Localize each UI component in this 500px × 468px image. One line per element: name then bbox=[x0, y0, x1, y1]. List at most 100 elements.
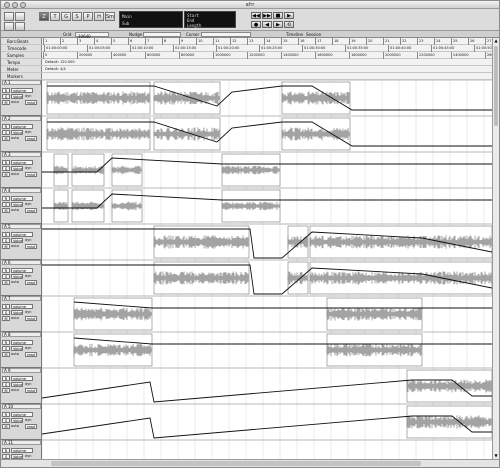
rec-button[interactable]: R bbox=[2, 304, 10, 309]
audio-clip[interactable] bbox=[46, 81, 151, 115]
grid-value-select[interactable]: 10640 bbox=[75, 32, 109, 39]
back-button[interactable]: ◀ bbox=[262, 21, 272, 28]
track-name[interactable]: A 2 bbox=[2, 116, 41, 121]
horizontal-scroll-thumb[interactable] bbox=[51, 461, 421, 466]
track-view-select[interactable]: volume bbox=[11, 196, 33, 201]
vertical-scroll-thumb[interactable] bbox=[494, 46, 498, 126]
play-button[interactable]: ▶ bbox=[284, 12, 294, 19]
track-header[interactable]: A 6 R S M volume Voice dyn auto read bbox=[1, 260, 42, 296]
title-bar[interactable]: afrr bbox=[1, 1, 499, 9]
tempo-ruler[interactable]: Default: 120.000 bbox=[42, 59, 492, 66]
voice-select[interactable]: Voice bbox=[11, 94, 23, 99]
mute-button[interactable]: M bbox=[2, 172, 10, 177]
track-name[interactable]: A 7 bbox=[2, 296, 41, 301]
automation-mode-select[interactable]: read bbox=[25, 280, 37, 285]
mute-button[interactable]: M bbox=[2, 100, 10, 105]
track-header[interactable]: A 3 R S M volume Voice dyn auto read bbox=[1, 152, 42, 188]
trimmer-tool-button[interactable]: T bbox=[50, 12, 60, 21]
track-header[interactable]: A 5 R S M volume Voice dyn auto read bbox=[1, 224, 42, 260]
rec-button[interactable]: R bbox=[2, 88, 10, 93]
solo-button[interactable]: S bbox=[2, 238, 10, 243]
track-header[interactable]: A 9 R S M volume Voice dyn auto read bbox=[1, 368, 42, 404]
track-name[interactable]: A 4 bbox=[2, 188, 41, 193]
track-name[interactable]: A 9 bbox=[2, 368, 41, 373]
zoomer-tool-button[interactable]: Z bbox=[39, 12, 49, 21]
solo-button[interactable]: S bbox=[2, 382, 10, 387]
voice-select[interactable]: Voice bbox=[11, 166, 23, 171]
rec-button[interactable]: R bbox=[2, 340, 10, 345]
automation-mode-select[interactable]: read bbox=[25, 388, 37, 393]
horizontal-scrollbar[interactable] bbox=[1, 459, 499, 467]
track-header[interactable]: A 8 R S M volume Voice dyn auto read bbox=[1, 332, 42, 368]
rec-button[interactable]: R bbox=[2, 232, 10, 237]
solo-button[interactable]: S bbox=[2, 94, 10, 99]
solo-button[interactable]: S bbox=[2, 130, 10, 135]
main-counter[interactable]: Main Sub bbox=[119, 11, 183, 28]
forward-button[interactable]: ▶ bbox=[273, 21, 283, 28]
loop-button[interactable]: ⟲ bbox=[284, 21, 294, 28]
voice-select[interactable]: Voice bbox=[11, 274, 23, 279]
track-header[interactable]: A 1 R S M volume Voice dyn auto read bbox=[1, 80, 42, 116]
smart-tool-button[interactable]: Sm bbox=[105, 12, 115, 21]
rec-button[interactable]: R bbox=[2, 412, 10, 417]
rec-button[interactable]: R bbox=[2, 124, 10, 129]
voice-select[interactable]: Voice bbox=[11, 202, 23, 207]
pencil-tool-button[interactable]: P bbox=[83, 12, 93, 21]
mute-button[interactable]: M bbox=[2, 244, 10, 249]
bars-beats-ruler[interactable]: 1 2 3 4 5 6 7 8 9 10 11 12 13 14 15 16 17 18 19 20 21 22 23 24 2… bbox=[42, 38, 492, 45]
automation-mode-select[interactable]: read bbox=[25, 244, 37, 249]
meter-ruler[interactable]: Default: 4/4 bbox=[42, 66, 492, 73]
shuffle-mode-button[interactable] bbox=[4, 12, 14, 21]
grid-mode-button[interactable] bbox=[15, 22, 25, 31]
rec-button[interactable]: R bbox=[2, 376, 10, 381]
timecode-ruler[interactable]: 01:00:00:00 01:00:05:00 01:00:10:00 01:00:1… bbox=[42, 45, 492, 52]
track-name[interactable]: A 1 bbox=[2, 80, 41, 85]
solo-button[interactable]: S bbox=[2, 310, 10, 315]
track-view-select[interactable]: volume bbox=[11, 304, 33, 309]
markers-ruler[interactable] bbox=[42, 73, 492, 80]
timeline-rulers[interactable]: 1 2 3 4 5 6 7 8 9 10 11 12 13 14 15 16 17 18 19 20 21 22 23 24 2… bbox=[42, 38, 492, 80]
automation-mode-select[interactable]: read bbox=[25, 208, 37, 213]
selection-counter[interactable]: Start End Length bbox=[184, 11, 236, 28]
track-view-select[interactable]: volume bbox=[11, 340, 33, 345]
fast-forward-button[interactable]: ▶▶ bbox=[262, 12, 272, 19]
track-name[interactable]: A 8 bbox=[2, 332, 41, 337]
scroll-up-arrow-icon[interactable]: ▲ bbox=[493, 38, 499, 44]
samples-ruler[interactable]: 0 200000 400000 600000 800000 1000000 1200000 1… bbox=[42, 52, 492, 59]
slip-mode-button[interactable] bbox=[15, 12, 25, 21]
mute-button[interactable]: M bbox=[2, 280, 10, 285]
solo-button[interactable]: S bbox=[2, 346, 10, 351]
voice-select[interactable]: Voice bbox=[11, 346, 23, 351]
automation-mode-select[interactable]: read bbox=[25, 136, 37, 141]
voice-select[interactable]: Voice bbox=[11, 238, 23, 243]
mute-button[interactable]: M bbox=[2, 424, 10, 429]
rec-button[interactable]: R bbox=[2, 196, 10, 201]
track-header[interactable]: A 4 R S M volume Voice dyn auto read bbox=[1, 188, 42, 224]
voice-select[interactable]: Voice bbox=[11, 310, 23, 315]
track-header[interactable]: A 11 R S M volume Voice dyn auto read bbox=[1, 440, 42, 459]
track-view-select[interactable]: volume bbox=[11, 268, 33, 273]
track-name[interactable]: A 5 bbox=[2, 224, 41, 229]
mute-button[interactable]: M bbox=[2, 136, 10, 141]
mute-button[interactable]: M bbox=[2, 316, 10, 321]
audio-clip[interactable] bbox=[46, 117, 151, 151]
automation-mode-select[interactable]: read bbox=[25, 352, 37, 357]
track-view-select[interactable]: volume bbox=[11, 88, 33, 93]
record-button[interactable]: ● bbox=[251, 21, 261, 28]
track-name[interactable]: A 11 bbox=[2, 440, 41, 445]
track-view-select[interactable]: volume bbox=[11, 160, 33, 165]
spot-mode-button[interactable] bbox=[4, 22, 14, 31]
rec-button[interactable]: R bbox=[2, 448, 10, 453]
track-header[interactable]: A 2 R S M volume Voice dyn auto read bbox=[1, 116, 42, 152]
track-name[interactable]: A 3 bbox=[2, 152, 41, 157]
track-view-select[interactable]: volume bbox=[11, 412, 33, 417]
voice-select[interactable]: Voice bbox=[11, 382, 23, 387]
solo-button[interactable]: S bbox=[2, 418, 10, 423]
track-view-select[interactable]: volume bbox=[11, 448, 33, 453]
grabber-tool-button[interactable]: G bbox=[61, 12, 71, 21]
track-header[interactable]: A 10 R S M volume Voice dyn auto read bbox=[1, 404, 42, 440]
vertical-scrollbar[interactable]: ▲ ▼ bbox=[492, 38, 499, 459]
voice-select[interactable]: Voice bbox=[11, 418, 23, 423]
mute-button[interactable]: M bbox=[2, 352, 10, 357]
track-lanes[interactable] bbox=[42, 80, 492, 459]
